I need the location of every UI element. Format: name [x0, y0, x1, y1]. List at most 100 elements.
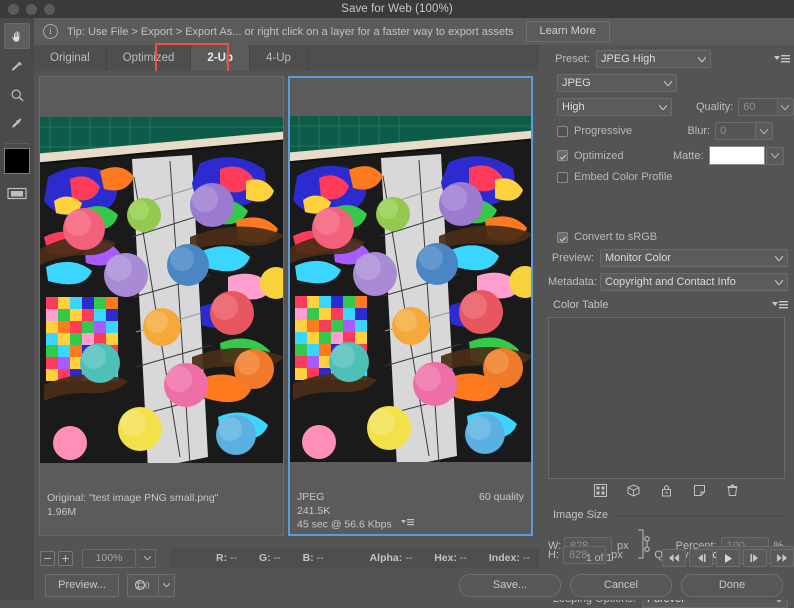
metadata-label: Metadata: — [548, 276, 594, 288]
zoom-level-value[interactable]: 100% — [82, 549, 136, 568]
preview-mode-value: Monitor Color — [605, 252, 671, 264]
original-file-title: Original: "test image PNG small.png" — [47, 492, 276, 506]
original-file-size: 1.96M — [47, 506, 276, 520]
blur-value: 0 — [720, 125, 726, 137]
foreground-color-swatch[interactable] — [4, 148, 30, 174]
title-bar: Save for Web (100%) — [0, 0, 794, 18]
hand-tool[interactable] — [4, 23, 30, 49]
preset-value: JPEG High — [601, 53, 655, 65]
quality-value-field[interactable]: 60 — [738, 98, 777, 116]
new-swatch-icon[interactable] — [693, 484, 706, 500]
chevron-down-icon — [144, 556, 151, 560]
color-table-flyout-menu[interactable] — [772, 300, 788, 310]
step-forward-icon — [749, 554, 761, 562]
quality-stepper-dropdown[interactable] — [777, 98, 794, 116]
file-format-select[interactable]: JPEG — [557, 74, 677, 92]
matte-label: Matte: — [660, 150, 704, 162]
cancel-button[interactable]: Cancel — [570, 574, 672, 597]
play-button[interactable] — [716, 549, 740, 567]
zoom-tool[interactable] — [5, 83, 29, 107]
dither-icon[interactable] — [594, 484, 607, 500]
slice-select-tool[interactable] — [5, 54, 29, 78]
original-pane[interactable]: Original: "test image PNG small.png" 1.9… — [39, 76, 284, 536]
zoom-in-button[interactable] — [58, 551, 73, 566]
eyedropper-tool[interactable] — [5, 112, 29, 136]
save-button[interactable]: Save... — [459, 574, 561, 597]
chevron-down-icon — [659, 101, 667, 113]
image-size-section-label: Image Size — [553, 509, 608, 521]
artwork-svg-optimized — [290, 116, 531, 462]
progressive-checkbox[interactable] — [557, 126, 568, 137]
tab-2-up[interactable]: 2-Up — [191, 45, 250, 71]
status-bar: 100% R: -- G: -- B: -- Alpha: -- Hex: --… — [34, 546, 539, 570]
magnifier-icon — [9, 87, 26, 104]
matte-dropdown[interactable] — [766, 147, 784, 165]
optimized-format: JPEG — [297, 491, 324, 505]
chevron-down-icon — [163, 583, 170, 587]
quality-value: 60 — [743, 101, 755, 113]
info-icon: i — [43, 24, 58, 39]
flyout-menu-icon — [401, 518, 414, 527]
web-snap-cube-icon[interactable] — [627, 484, 640, 500]
preset-flyout-menu[interactable] — [774, 54, 790, 64]
preview-button[interactable]: Preview... — [45, 574, 119, 597]
previous-frame-button[interactable] — [689, 549, 713, 567]
first-frame-button[interactable] — [662, 549, 686, 567]
artwork-svg — [40, 117, 283, 463]
original-info: Original: "test image PNG small.png" 1.9… — [40, 486, 283, 535]
convert-to-srgb-checkbox[interactable] — [557, 232, 568, 243]
matte-color-swatch[interactable] — [709, 146, 765, 165]
browser-select-dropdown[interactable] — [159, 574, 175, 597]
chevron-down-icon — [771, 153, 779, 158]
done-button[interactable]: Done — [681, 574, 783, 597]
toggle-slices-visibility[interactable] — [5, 181, 29, 205]
optimized-checkbox[interactable] — [557, 150, 568, 161]
tab-optimized[interactable]: Optimized — [107, 45, 192, 71]
optimized-image-viewport[interactable] — [290, 116, 531, 462]
zoom-out-button[interactable] — [40, 551, 55, 566]
hand-icon — [9, 28, 26, 45]
chevron-down-icon — [781, 105, 789, 110]
tools-palette — [0, 18, 34, 600]
metadata-select[interactable]: Copyright and Contact Info — [600, 273, 788, 291]
chevron-down-icon — [775, 276, 783, 288]
artwork-image-optimized — [290, 116, 531, 462]
convert-to-srgb-label: Convert to sRGB — [574, 231, 657, 243]
tab-original[interactable]: Original — [34, 45, 107, 71]
quality-label: Quality: — [684, 101, 734, 113]
learn-more-button[interactable]: Learn More — [526, 21, 610, 42]
optimized-pane[interactable]: JPEG 60 quality 241.5K 45 sec @ 56.6 Kbp… — [288, 76, 533, 536]
original-image-viewport[interactable] — [40, 117, 283, 463]
zoom-level-dropdown[interactable] — [139, 549, 156, 568]
chevron-down-icon — [698, 53, 706, 65]
view-tabs: Original Optimized 2-Up 4-Up — [34, 45, 539, 71]
progressive-label: Progressive — [574, 125, 632, 137]
flyout-menu-icon — [772, 300, 788, 310]
last-frame-button[interactable] — [770, 549, 794, 567]
preview-mode-select[interactable]: Monitor Color — [600, 249, 788, 267]
eyedropper-icon — [9, 116, 26, 133]
blur-label: Blur: — [670, 125, 710, 137]
next-frame-button[interactable] — [743, 549, 767, 567]
optimized-download-time: 45 sec @ 56.6 Kbps — [297, 519, 392, 531]
optimized-label: Optimized — [574, 150, 624, 162]
tab-4-up[interactable]: 4-Up — [250, 45, 308, 71]
lock-icon[interactable] — [660, 484, 673, 500]
readout-b: B: -- — [303, 552, 324, 564]
optimized-flyout-menu-icon[interactable] — [401, 518, 414, 532]
file-format-value: JPEG — [562, 77, 591, 89]
blur-stepper-dropdown[interactable] — [755, 122, 773, 140]
color-table-toolbar — [539, 481, 794, 503]
browser-select-button[interactable]: 0 — [127, 574, 159, 597]
toolbar-divider — [5, 143, 29, 144]
blur-value-field[interactable]: 0 — [715, 122, 755, 140]
preset-select[interactable]: JPEG High — [596, 50, 711, 68]
chevron-down-icon — [775, 252, 783, 264]
compression-quality-select[interactable]: High — [557, 98, 672, 116]
preview-panes: Original: "test image PNG small.png" 1.9… — [34, 71, 539, 541]
readout-r: R: -- — [216, 552, 237, 564]
rewind-icon — [668, 554, 680, 562]
color-table-swatch-grid[interactable] — [548, 317, 785, 479]
trash-icon[interactable] — [726, 484, 739, 500]
embed-color-profile-checkbox[interactable] — [557, 172, 568, 183]
